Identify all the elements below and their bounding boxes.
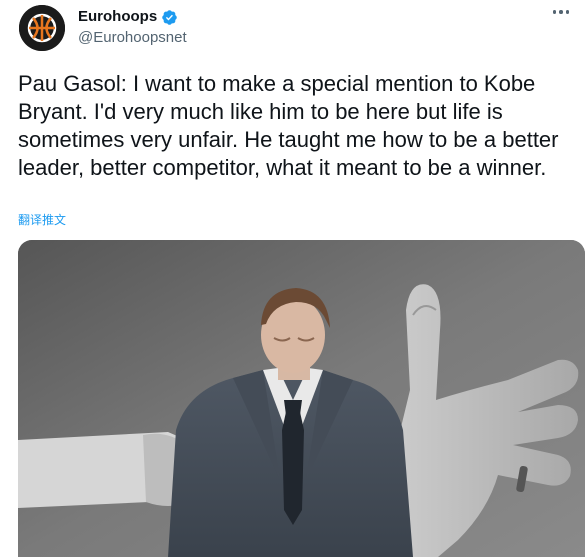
more-options-button[interactable] <box>547 2 575 22</box>
tweet-text: Pau Gasol: I want to make a special ment… <box>18 71 565 180</box>
author-display-name[interactable]: Eurohoops <box>78 8 157 26</box>
more-dot-icon <box>552 10 557 14</box>
tweet-media-image[interactable] <box>18 240 585 557</box>
tweet-card[interactable]: Eurohoops @Eurohoopsnet Pau Gasol: I wan… <box>0 0 585 557</box>
translate-tweet-link[interactable]: 翻译推文 <box>18 211 66 228</box>
more-dot-icon <box>565 10 570 14</box>
verified-badge-icon <box>161 9 178 26</box>
author-avatar[interactable] <box>19 5 65 51</box>
media-photo <box>18 240 585 557</box>
author-name-row[interactable]: Eurohoops <box>78 8 178 26</box>
basketball-logo-icon <box>19 5 65 51</box>
author-handle[interactable]: @Eurohoopsnet <box>78 29 187 47</box>
more-dot-icon <box>559 10 563 14</box>
